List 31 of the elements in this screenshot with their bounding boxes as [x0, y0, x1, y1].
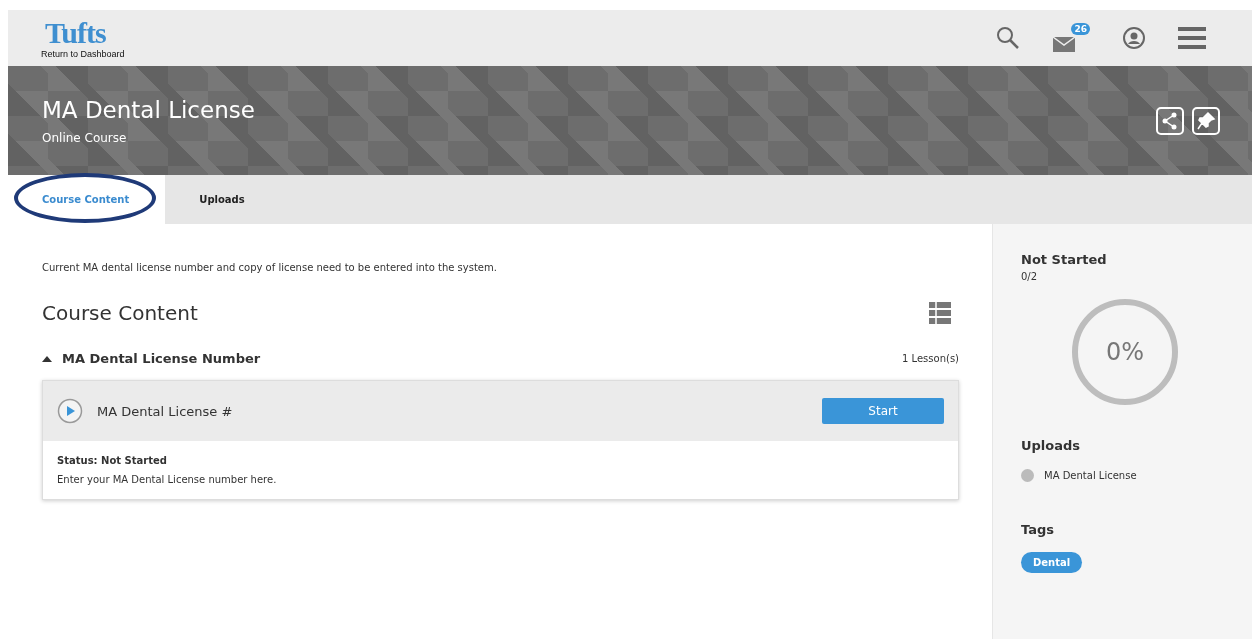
tag[interactable]: Dental	[1021, 552, 1083, 573]
play-icon[interactable]	[57, 398, 83, 424]
course-description: Current MA dental license number and copy of license need to be entered into the system.	[42, 262, 498, 273]
envelope-icon	[1052, 35, 1078, 53]
mail-button[interactable]: 26	[1052, 23, 1090, 53]
start-button[interactable]: Start	[822, 398, 944, 424]
lesson-count: 1 Lesson(s)	[902, 353, 959, 364]
course-title: MA Dental License	[42, 96, 255, 123]
progress-status: Not Started	[1021, 252, 1108, 267]
menu-icon[interactable]	[1178, 26, 1206, 50]
dashboard-link[interactable]: Return to Dashboard	[41, 49, 125, 59]
share-icon[interactable]	[1156, 106, 1184, 135]
progress-fraction: 0/2	[1021, 271, 1039, 282]
uploads-heading: Uploads	[1021, 438, 1082, 453]
lesson-status: Status: Not Started	[57, 455, 168, 466]
tab[interactable]: Uploads	[165, 175, 281, 224]
search-icon[interactable]	[996, 26, 1020, 50]
logo[interactable]: Tufts	[45, 17, 106, 49]
lesson-title: MA Dental License #	[97, 403, 234, 419]
tags-heading: Tags	[1021, 522, 1055, 537]
module-toggle[interactable]: MA Dental License Number	[42, 351, 261, 366]
section-heading: Course Content	[42, 301, 198, 325]
list-view-icon[interactable]	[929, 302, 951, 324]
lesson-note: Enter your MA Dental License number here.	[57, 474, 278, 485]
upload-item: MA Dental License	[1044, 470, 1137, 481]
course-type: Online Course	[42, 130, 128, 145]
mail-count-badge: 26	[1071, 23, 1090, 35]
progress-percent: 0%	[1105, 338, 1145, 366]
user-icon[interactable]	[1122, 26, 1146, 50]
caret-icon	[42, 355, 52, 362]
pin-icon[interactable]	[1192, 106, 1220, 135]
